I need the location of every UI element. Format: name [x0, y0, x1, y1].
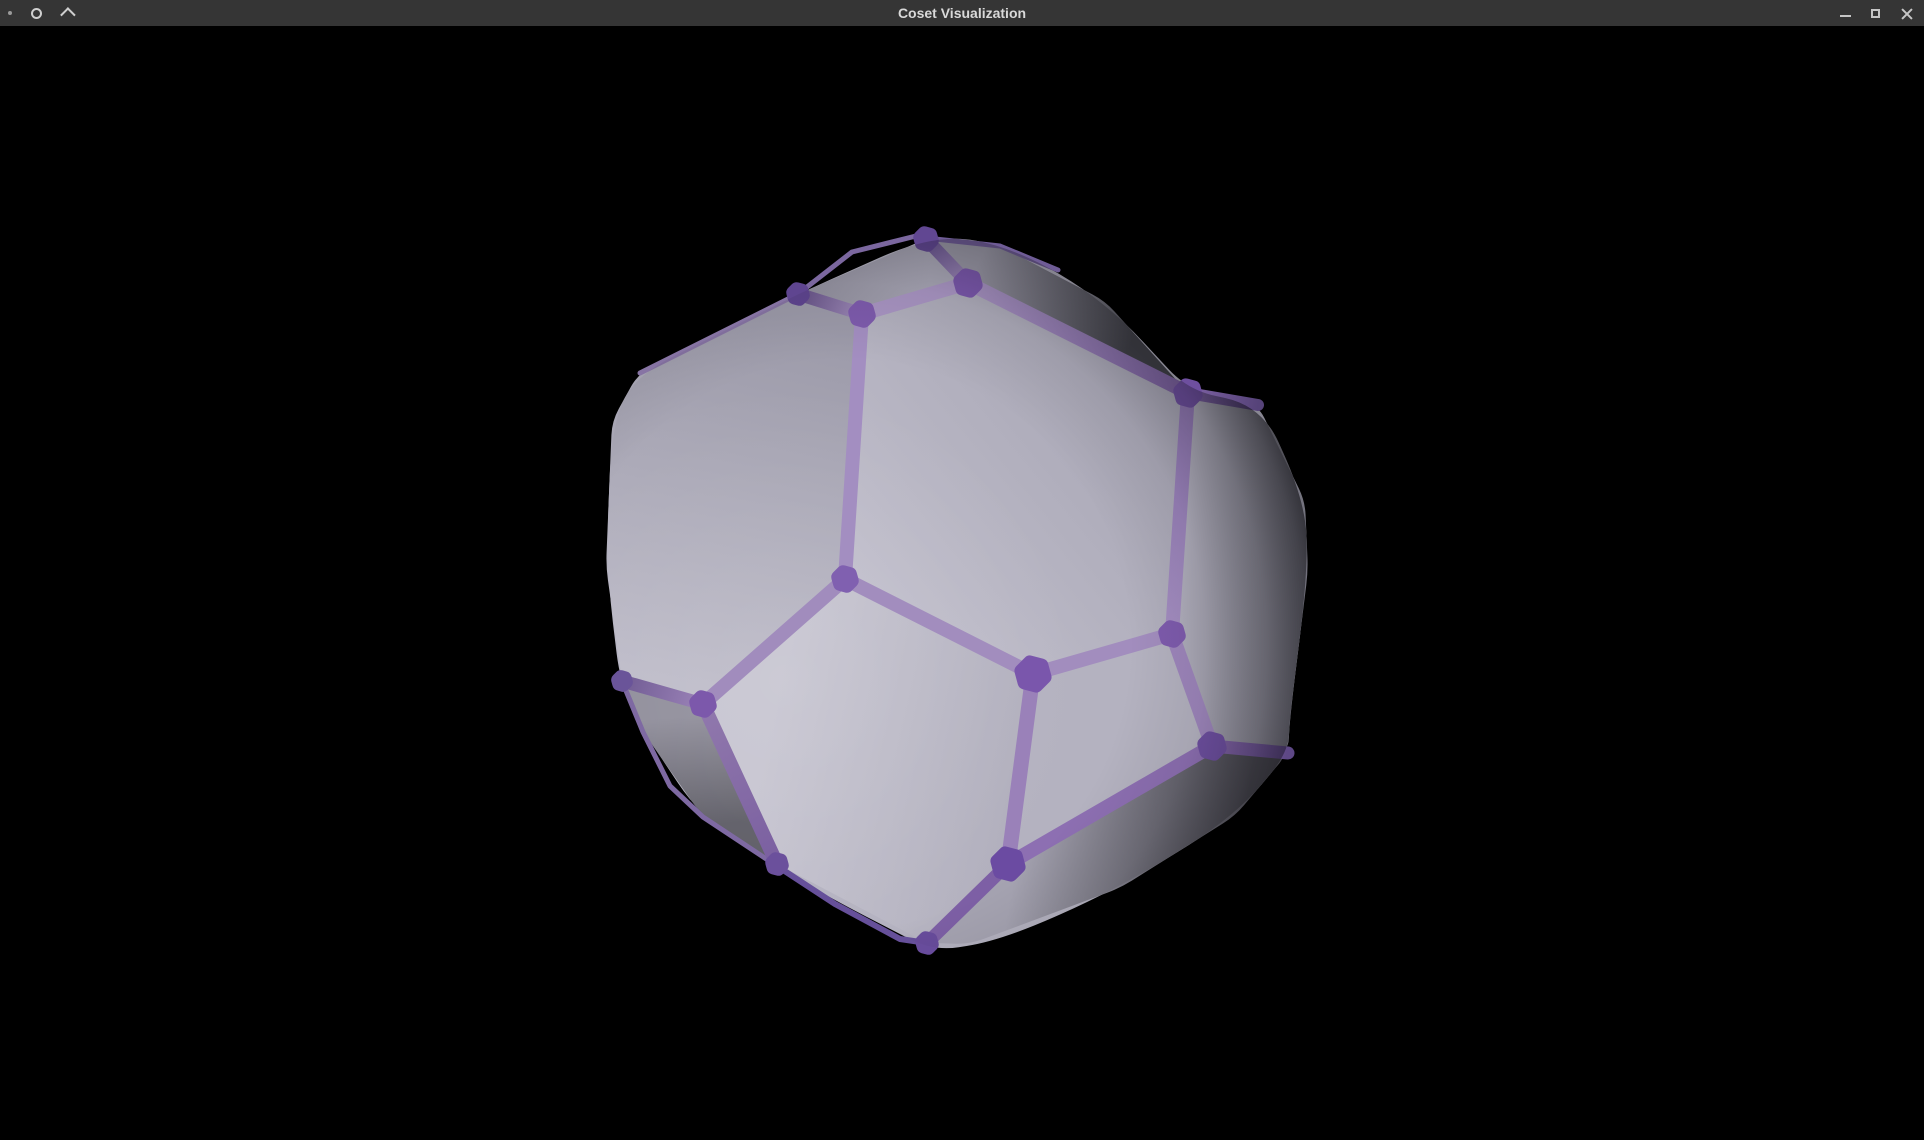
minimize-button[interactable] — [1840, 15, 1851, 17]
window-title: Coset Visualization — [0, 0, 1924, 26]
titlebar: Coset Visualization — [0, 0, 1924, 26]
viewport-3d[interactable] — [0, 26, 1924, 1114]
rim-shading — [0, 26, 1924, 1140]
close-button[interactable] — [1900, 7, 1913, 20]
polyhedron-canvas[interactable] — [0, 26, 1924, 1140]
window-controls — [1840, 0, 1913, 26]
maximize-button[interactable] — [1871, 9, 1880, 18]
